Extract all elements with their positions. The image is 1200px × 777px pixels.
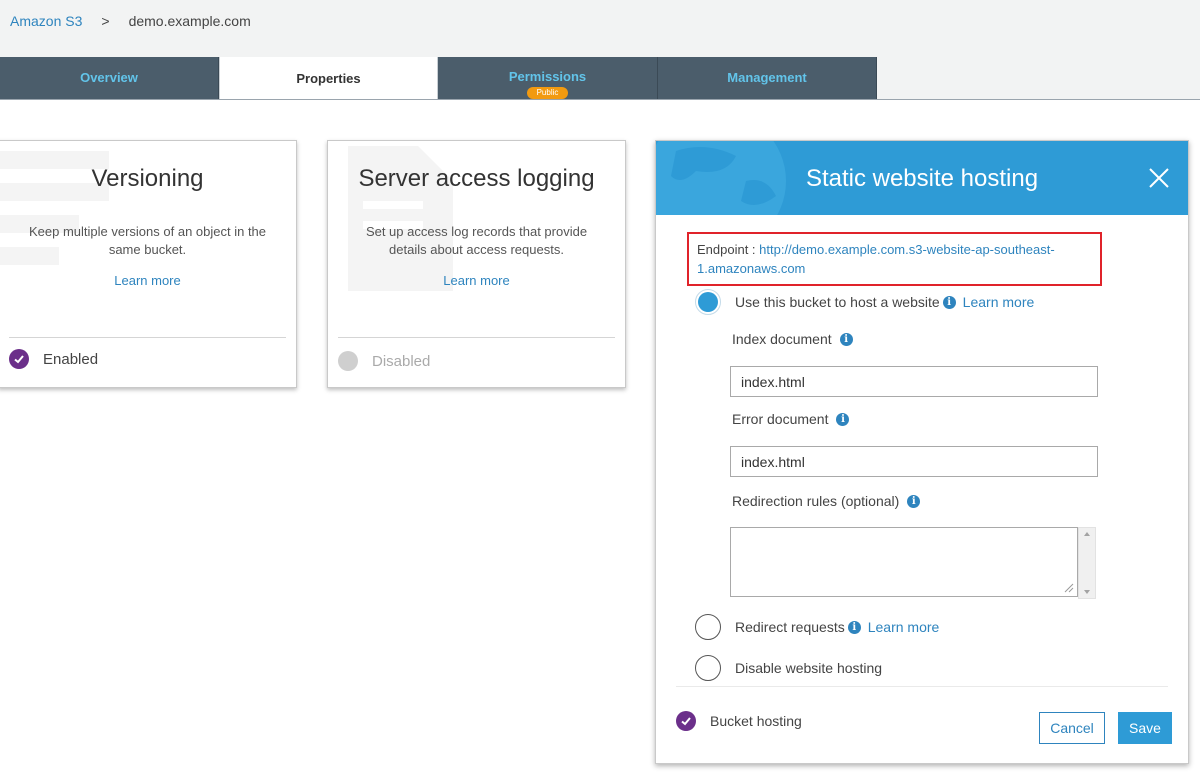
host-learn-more-link[interactable]: Learn more — [963, 294, 1035, 310]
tab-overview[interactable]: Overview — [0, 57, 219, 99]
versioning-watermark-icon — [0, 151, 109, 265]
redirection-rules-label-text: Redirection rules (optional) — [732, 493, 900, 509]
versioning-divider — [9, 337, 286, 338]
server-access-logging-card[interactable]: Server access logging Set up access log … — [327, 140, 626, 388]
option-host-website[interactable]: Use this bucket to host a website i Lear… — [695, 289, 1034, 315]
disabled-dot-icon — [338, 351, 358, 371]
logging-watermark-icon — [348, 146, 453, 291]
versioning-title: Versioning — [91, 165, 204, 192]
logging-status-text: Disabled — [372, 352, 431, 370]
panel-footer-divider — [676, 686, 1168, 687]
versioning-card[interactable]: Versioning Keep multiple versions of an … — [0, 140, 297, 388]
bucket-hosting-text: Bucket hosting — [710, 713, 802, 729]
top-bar: Amazon S3 > demo.example.com — [0, 0, 1200, 58]
versioning-learn-more-link: Learn more — [0, 273, 296, 288]
save-button[interactable]: Save — [1118, 712, 1172, 744]
logging-status: Disabled — [338, 351, 430, 371]
disable-hosting-radio[interactable] — [695, 655, 721, 681]
option-redirect-requests[interactable]: Redirect requests i Learn more — [695, 614, 939, 640]
host-info-icon[interactable]: i — [942, 295, 956, 309]
scroll-up-arrow-icon[interactable] — [1084, 532, 1090, 536]
error-document-info-icon[interactable]: i — [836, 412, 850, 426]
redirect-learn-more-link[interactable]: Learn more — [868, 619, 940, 635]
tab-underline — [0, 99, 1200, 100]
versioning-status: Enabled — [9, 349, 98, 369]
tab-overview-label: Overview — [80, 70, 138, 85]
redirection-rules-info-icon[interactable]: i — [907, 494, 921, 508]
panel-header: Static website hosting — [656, 141, 1188, 215]
endpoint-label: Endpoint : — [697, 242, 756, 257]
logging-description: Set up access log records that provide d… — [365, 224, 588, 257]
check-icon — [9, 349, 29, 369]
redirection-rules-label: Redirection rules (optional) i — [732, 493, 921, 509]
redirect-info-icon[interactable]: i — [847, 620, 861, 634]
cancel-button[interactable]: Cancel — [1039, 712, 1105, 744]
breadcrumb-amazon-s3-link[interactable]: Amazon S3 — [10, 13, 82, 29]
tab-management[interactable]: Management — [658, 57, 877, 99]
redirect-requests-radio[interactable] — [695, 614, 721, 640]
host-website-label: Use this bucket to host a website — [735, 294, 940, 310]
endpoint-highlight-box: Endpoint : http://demo.example.com.s3-we… — [687, 232, 1102, 286]
index-document-input[interactable] — [730, 366, 1098, 397]
versioning-description: Keep multiple versions of an object in t… — [28, 224, 267, 257]
close-icon[interactable] — [1148, 167, 1170, 189]
versioning-status-text: Enabled — [43, 350, 99, 368]
tab-permissions-text: Permissions — [508, 69, 587, 84]
error-document-label: Error document i — [732, 411, 850, 427]
tab-properties-label: Properties — [296, 71, 361, 86]
tab-properties[interactable]: Properties — [219, 57, 438, 100]
logging-learn-more-text[interactable]: Learn more — [443, 273, 509, 288]
redirect-requests-label: Redirect requests — [735, 619, 845, 635]
breadcrumb-current-bucket: demo.example.com — [128, 13, 251, 29]
disable-hosting-label: Disable website hosting — [735, 660, 883, 676]
bucket-hosting-check-icon — [676, 711, 696, 731]
public-badge: Public — [526, 87, 569, 99]
tab-permissions-label: Permissions Public — [438, 57, 657, 99]
redirection-rules-textarea[interactable] — [730, 527, 1078, 597]
tab-permissions[interactable]: Permissions Public — [438, 57, 658, 99]
error-document-input[interactable] — [730, 446, 1098, 477]
panel-title: Static website hosting — [805, 165, 1039, 192]
breadcrumb: Amazon S3 > demo.example.com — [10, 13, 251, 29]
redirection-rules-scrollbar[interactable] — [1078, 527, 1096, 599]
scroll-down-arrow-icon[interactable] — [1084, 590, 1090, 594]
versioning-learn-more-text[interactable]: Learn more — [114, 273, 180, 288]
breadcrumb-separator: > — [101, 13, 110, 29]
error-document-label-text: Error document — [732, 411, 829, 427]
logging-divider — [338, 337, 615, 338]
index-document-info-icon[interactable]: i — [839, 332, 853, 346]
index-document-label: Index document i — [732, 331, 853, 347]
resize-grip-icon[interactable] — [1062, 581, 1074, 593]
tab-management-label: Management — [727, 70, 807, 85]
static-website-hosting-panel: Static website hosting Endpoint : http:/… — [655, 140, 1189, 764]
bucket-hosting-status: Bucket hosting — [676, 711, 802, 731]
host-website-radio[interactable] — [695, 289, 721, 315]
index-document-label-text: Index document — [732, 331, 832, 347]
logging-title: Server access logging — [358, 165, 595, 192]
logging-learn-more-link: Learn more — [328, 273, 625, 288]
option-disable-hosting[interactable]: Disable website hosting — [695, 655, 882, 681]
